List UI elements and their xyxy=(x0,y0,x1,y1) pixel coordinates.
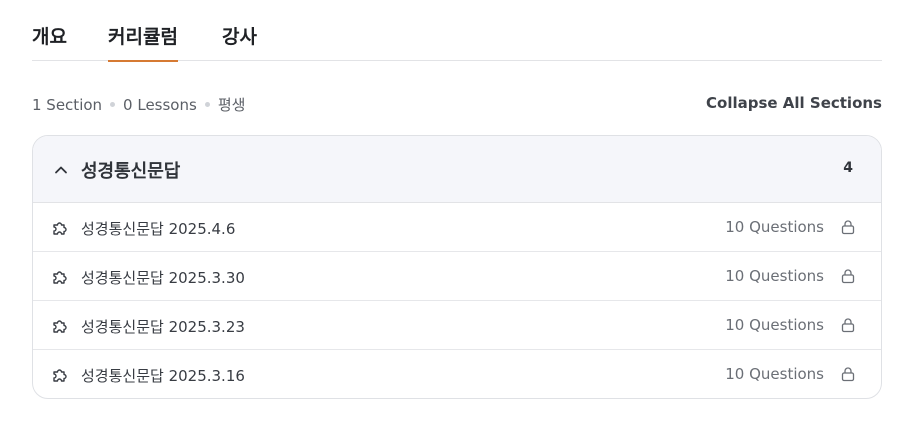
section-item-count: 4 xyxy=(843,160,853,176)
curriculum-meta: 1 Section 0 Lessons 평생 xyxy=(32,94,245,115)
lock-icon xyxy=(841,367,855,382)
list-item[interactable]: 성경통신문답 2025.3.16 10 Questions xyxy=(33,350,881,398)
quiz-title: 성경통신문답 2025.3.16 xyxy=(81,367,245,385)
chevron-up-icon[interactable] xyxy=(53,162,69,178)
separator-dot xyxy=(110,102,116,107)
tab-overview[interactable]: 개요 xyxy=(32,22,67,61)
list-item[interactable]: 성경통신문답 2025.4.6 10 Questions xyxy=(33,203,881,252)
lesson-count-text: 0 Lessons xyxy=(123,95,197,114)
list-item[interactable]: 성경통신문답 2025.3.30 10 Questions xyxy=(33,252,881,301)
quiz-title: 성경통신문답 2025.4.6 xyxy=(81,220,236,238)
duration-text: 평생 xyxy=(217,96,246,114)
section-count-text: 1 Section xyxy=(32,95,103,114)
lock-icon xyxy=(841,318,855,333)
quiz-title: 성경통신문답 2025.3.30 xyxy=(81,269,245,287)
tab-curriculum[interactable]: 커리큘럼 xyxy=(108,22,178,62)
puzzle-icon xyxy=(53,320,67,333)
section-title: 성경통신문답 xyxy=(81,161,181,182)
tab-instructor[interactable]: 강사 xyxy=(222,22,257,61)
quiz-title: 성경통신문답 2025.3.23 xyxy=(81,318,245,336)
question-count: 10 Questions xyxy=(725,316,824,334)
question-count: 10 Questions xyxy=(725,365,824,383)
list-item[interactable]: 성경통신문답 2025.3.23 10 Questions xyxy=(33,301,881,350)
collapse-all-sections-button[interactable]: Collapse All Sections xyxy=(706,94,882,112)
separator-dot xyxy=(204,102,210,107)
question-count: 10 Questions xyxy=(725,267,824,285)
question-count: 10 Questions xyxy=(725,218,824,236)
curriculum-section: 성경통신문답 4 성경통신문답 2025.4.6 10 Questions 성경… xyxy=(32,135,882,399)
puzzle-icon xyxy=(53,369,67,382)
puzzle-icon xyxy=(53,222,67,235)
lock-icon xyxy=(841,269,855,284)
course-tabs: 개요 커리큘럼 강사 xyxy=(32,0,882,62)
section-header[interactable]: 성경통신문답 4 xyxy=(33,136,881,203)
lock-icon xyxy=(841,220,855,235)
puzzle-icon xyxy=(53,271,67,284)
